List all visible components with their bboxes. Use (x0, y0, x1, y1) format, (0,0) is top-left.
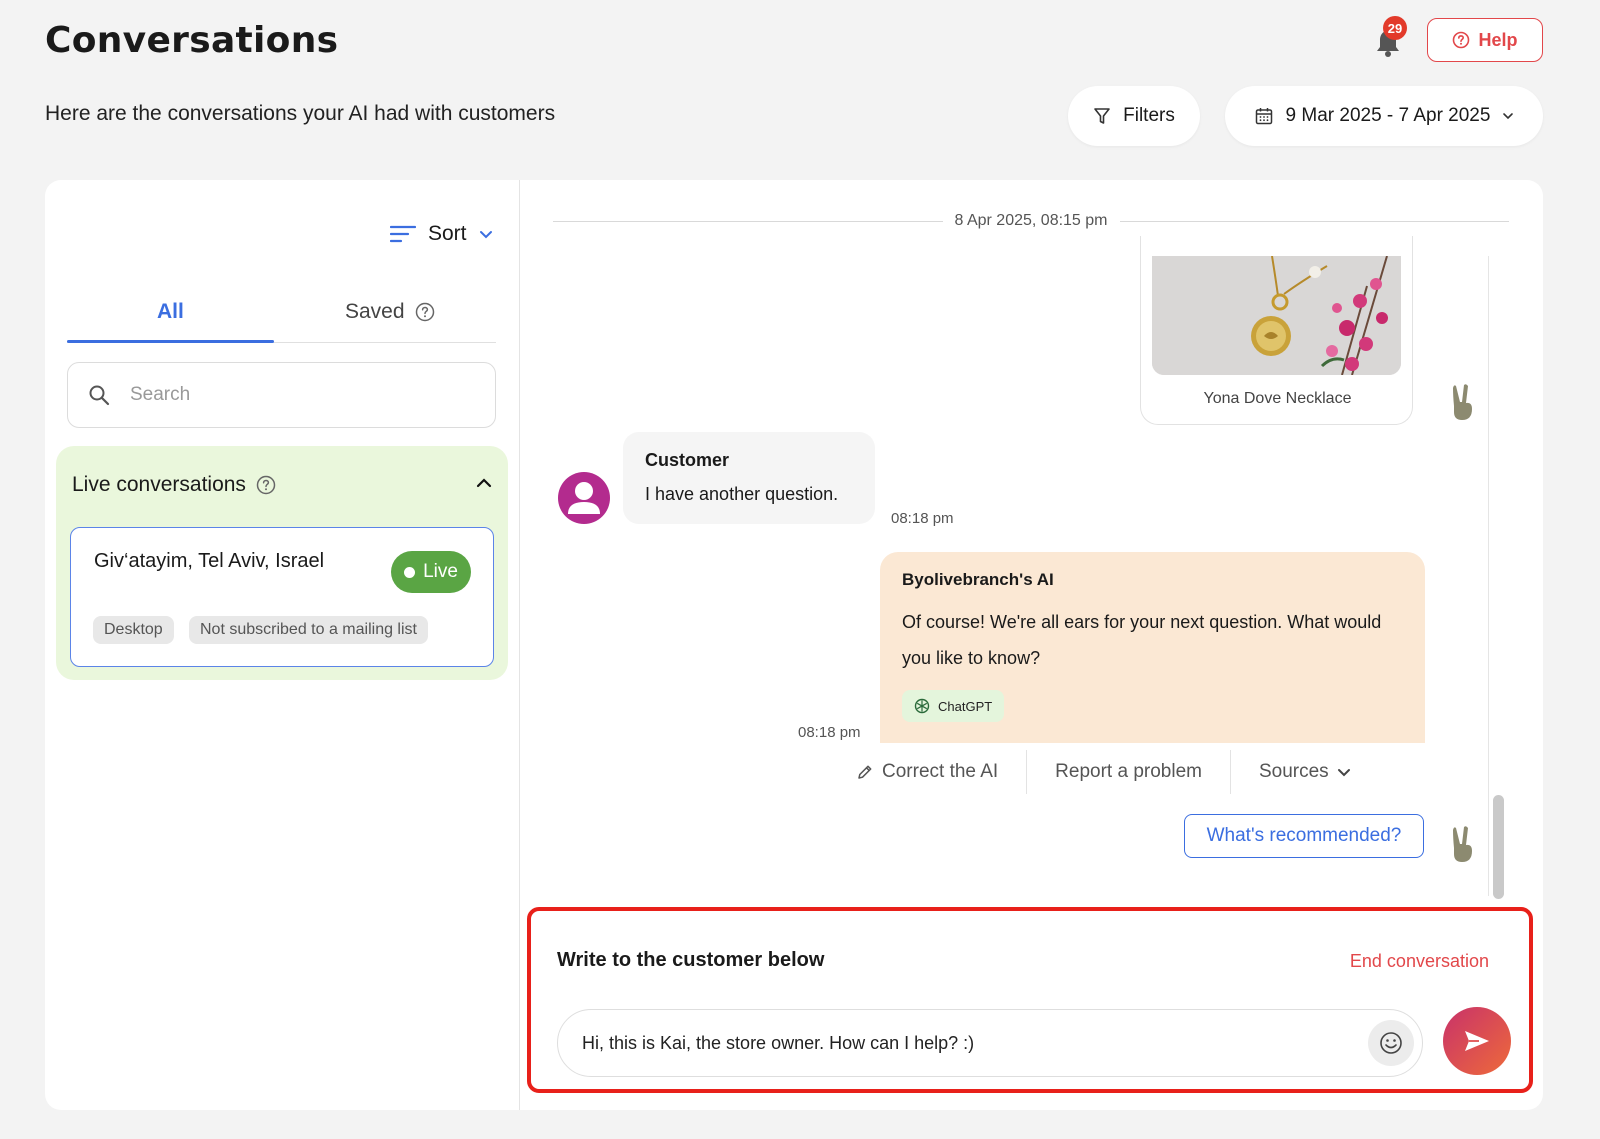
subscription-tag: Not subscribed to a mailing list (189, 616, 428, 644)
customer-message-bubble: Customer I have another question. (623, 432, 875, 524)
sort-label: Sort (428, 222, 467, 245)
chevron-down-icon (1503, 113, 1514, 120)
date-range-picker[interactable]: 9 Mar 2025 - 7 Apr 2025 (1225, 86, 1543, 146)
pencil-icon (858, 765, 872, 779)
date-range-label: 9 Mar 2025 - 7 Apr 2025 (1285, 105, 1491, 126)
scrollbar-track (1488, 256, 1489, 896)
device-tag: Desktop (93, 616, 174, 644)
message-input-box[interactable] (557, 1009, 1423, 1077)
search-icon (89, 385, 110, 406)
peace-hand-icon (1453, 826, 1472, 862)
user-icon (568, 482, 600, 514)
openai-icon (914, 698, 930, 714)
customer-message-text: I have another question. (645, 484, 839, 504)
live-dot-icon (404, 566, 416, 578)
suggestion-button[interactable]: What's recommended? (1184, 814, 1424, 858)
tab-active-indicator (67, 340, 274, 343)
filters-label: Filters (1123, 105, 1175, 126)
sources-dropdown[interactable]: Sources (1229, 750, 1379, 794)
conversation-location: Giv‘atayim, Tel Aviv, Israel (94, 550, 325, 572)
sort-lines-icon (390, 225, 416, 243)
page-subtitle: Here are the conversations your AI had w… (45, 102, 556, 125)
ai-message-actions: Correct the AI Report a problem Sources (846, 750, 1379, 794)
chevron-down-icon (1337, 768, 1350, 776)
ai-message-text: Of course! We're all ears for your next … (902, 612, 1382, 668)
chevron-down-icon (479, 230, 492, 238)
search-box[interactable] (67, 362, 496, 428)
product-image (1152, 256, 1401, 375)
correct-ai-button[interactable]: Correct the AI (846, 750, 1026, 794)
tab-saved-label: Saved (345, 300, 405, 323)
live-conversations-header[interactable]: Live conversations (72, 473, 276, 497)
customer-sender: Customer (645, 450, 730, 470)
separator-line (1119, 220, 1509, 222)
date-separator: 8 Apr 2025, 08:15 pm (553, 212, 1509, 230)
separator-line (553, 220, 943, 222)
customer-message-time: 08:18 pm (891, 510, 954, 527)
question-circle-icon[interactable] (256, 475, 276, 495)
product-card[interactable]: Yona Dove Necklace (1140, 236, 1413, 425)
ai-sender: Byolivebranch's AI (902, 570, 1054, 589)
report-problem-button[interactable]: Report a problem (1026, 750, 1230, 794)
send-icon (1465, 1031, 1489, 1051)
help-label: Help (1478, 29, 1518, 50)
filters-button[interactable]: Filters (1068, 86, 1200, 146)
message-input[interactable] (582, 1032, 1352, 1054)
live-status-badge: Live (391, 551, 471, 593)
tab-all[interactable]: All (157, 300, 184, 324)
necklace-image (1152, 256, 1401, 375)
tab-saved[interactable]: Saved (345, 300, 435, 324)
ai-message-bubble: Byolivebranch's AI Of course! We're all … (880, 552, 1425, 743)
send-button[interactable] (1443, 1007, 1511, 1075)
notification-badge: 29 (1383, 16, 1407, 40)
composer-title: Write to the customer below (557, 949, 825, 971)
customer-avatar (558, 472, 610, 524)
product-name: Yona Dove Necklace (1203, 390, 1352, 407)
end-conversation-button[interactable]: End conversation (1350, 951, 1489, 972)
ai-source-label: ChatGPT (938, 698, 993, 714)
conversation-card[interactable]: Giv‘atayim, Tel Aviv, Israel Live Deskto… (70, 527, 494, 667)
question-circle-icon (1453, 31, 1470, 49)
emoji-button[interactable] (1368, 1020, 1414, 1066)
live-status-label: Live (423, 561, 458, 582)
smiley-icon (1380, 1032, 1402, 1054)
search-input[interactable] (130, 384, 470, 406)
scrollbar-thumb[interactable] (1493, 795, 1504, 899)
live-conversations-title: Live conversations (72, 473, 246, 496)
message-composer: Write to the customer below End conversa… (527, 907, 1533, 1093)
filter-icon (1094, 108, 1110, 124)
date-separator-label: 8 Apr 2025, 08:15 pm (954, 212, 1108, 229)
ai-message-time: 08:18 pm (798, 724, 861, 741)
ai-source-chip: ChatGPT (902, 690, 1005, 722)
help-button[interactable]: Help (1427, 18, 1543, 62)
question-circle-icon[interactable] (415, 302, 435, 322)
correct-ai-label: Correct the AI (882, 761, 999, 782)
page-title: Conversations (45, 20, 339, 61)
sources-label: Sources (1258, 761, 1329, 782)
peace-hand-icon (1453, 384, 1472, 420)
sort-button[interactable]: Sort (390, 222, 493, 246)
report-problem-label: Report a problem (1055, 761, 1202, 782)
calendar-icon (1255, 108, 1272, 125)
chevron-up-icon[interactable] (476, 478, 492, 488)
